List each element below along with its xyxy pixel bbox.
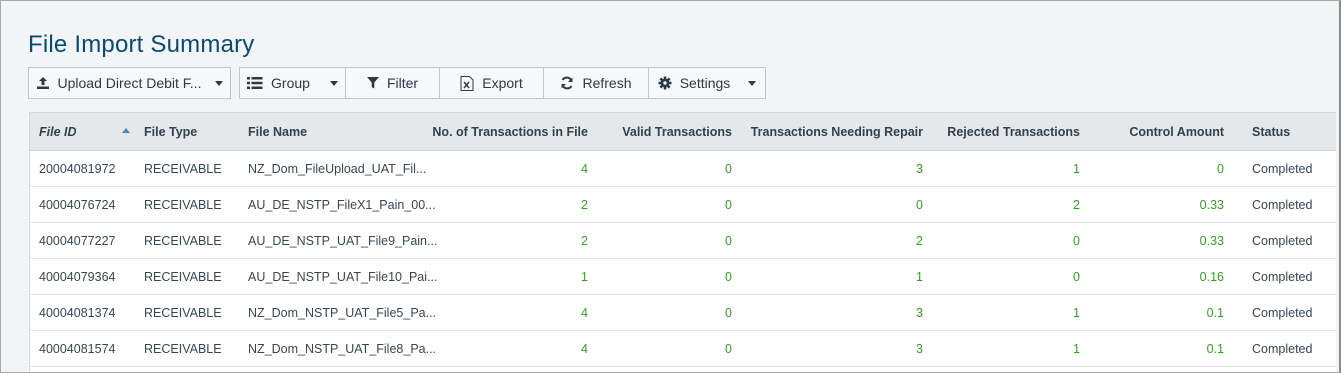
filter-icon — [366, 77, 379, 89]
column-header-valid-transactions[interactable]: Valid Transactions — [622, 113, 732, 151]
cell-transaction-count: 4 — [581, 162, 588, 176]
cell-transaction-count: 2 — [581, 234, 588, 248]
cell-valid-transactions: 0 — [725, 342, 732, 356]
cell-file-name: AU_DE_NSTP_UAT_File9_Pain... — [248, 234, 438, 248]
column-header-label: File ID — [39, 125, 77, 139]
cell-rejected-transactions: 0 — [1073, 234, 1080, 248]
refresh-button[interactable]: Refresh — [543, 67, 649, 99]
cell-status: Completed — [1252, 162, 1313, 176]
column-header-status[interactable]: Status — [1252, 113, 1290, 151]
cell-needing-repair: 3 — [916, 306, 923, 320]
cell-file-name: NZ_Dom_FileUpload_UAT_Fil... — [248, 162, 427, 176]
upload-label: Upload Direct Debit F... — [57, 75, 202, 91]
cell-file-type: RECEIVABLE — [144, 342, 222, 356]
export-button[interactable]: Export — [439, 67, 544, 99]
cell-needing-repair: 0 — [916, 198, 923, 212]
chevron-down-icon — [748, 80, 757, 86]
cell-valid-transactions: 0 — [725, 198, 732, 212]
cell-control-amount: 0.33 — [1199, 198, 1224, 212]
group-button[interactable]: Group — [239, 67, 346, 99]
cell-file-name: AU_DE_NSTP_UAT_File10_Pai... — [248, 270, 438, 284]
cell-valid-transactions: 0 — [725, 162, 732, 176]
cell-status: Completed — [1252, 198, 1313, 212]
column-header-rejected-transactions[interactable]: Rejected Transactions — [947, 113, 1080, 151]
table-row[interactable]: 40004077227 RECEIVABLE AU_DE_NSTP_UAT_File… — [30, 223, 1336, 259]
cell-valid-transactions: 0 — [725, 270, 732, 284]
upload-direct-debit-button[interactable]: Upload Direct Debit F... — [28, 67, 231, 99]
table-row[interactable]: 40004076724 RECEIVABLE AU_DE_NSTP_FileX1_P… — [30, 187, 1336, 223]
cell-file-name: NZ_Dom_NSTP_UAT_File8_Pa... — [248, 342, 437, 356]
cell-file-type: RECEIVABLE — [144, 198, 222, 212]
cell-file-id: 40004076724 — [39, 198, 116, 212]
cell-file-name: AU_DE_NSTP_FileX1_Pain_00... — [248, 198, 436, 212]
table-row[interactable]: 20004081972 RECEIVABLE NZ_Dom_FileUpload_U… — [30, 151, 1336, 187]
chevron-down-icon — [215, 80, 224, 86]
cell-rejected-transactions: 1 — [1073, 162, 1080, 176]
filter-button[interactable]: Filter — [345, 67, 440, 99]
cell-status: Completed — [1252, 270, 1313, 284]
column-header-transaction-count[interactable]: No. of Transactions in File — [432, 113, 588, 151]
cell-needing-repair: 2 — [916, 234, 923, 248]
column-header-control-amount[interactable]: Control Amount — [1129, 113, 1224, 151]
cell-rejected-transactions: 0 — [1073, 270, 1080, 284]
list-icon — [247, 77, 263, 89]
cell-needing-repair: 3 — [916, 342, 923, 356]
cell-file-type: RECEIVABLE — [144, 306, 222, 320]
export-label: Export — [482, 75, 523, 91]
table-header: File ID File Type File Name No. of Trans… — [30, 113, 1336, 151]
app-frame: File Import Summary Upload Direct Debit … — [0, 0, 1341, 373]
table-row[interactable]: 40004081374 RECEIVABLE NZ_Dom_NSTP_UAT_Fil… — [30, 295, 1336, 331]
cell-file-type: RECEIVABLE — [144, 162, 222, 176]
upload-icon — [36, 76, 50, 90]
cell-rejected-transactions: 2 — [1073, 198, 1080, 212]
cell-file-id: 20004081972 — [39, 162, 116, 176]
cell-control-amount: 0.1 — [1206, 342, 1224, 356]
cell-needing-repair: 3 — [916, 162, 923, 176]
column-header-needing-repair[interactable]: Transactions Needing Repair — [751, 113, 923, 151]
chevron-down-icon — [329, 80, 338, 86]
cell-status: Completed — [1252, 342, 1313, 356]
filter-label: Filter — [386, 75, 419, 91]
column-header-file-name[interactable]: File Name — [248, 113, 307, 151]
cell-transaction-count: 4 — [581, 342, 588, 356]
refresh-icon — [560, 76, 574, 90]
gear-icon — [658, 76, 672, 90]
cell-valid-transactions: 0 — [725, 234, 732, 248]
table-row[interactable]: 40004079364 RECEIVABLE AU_DE_NSTP_UAT_File… — [30, 259, 1336, 295]
table-row[interactable]: 40004081574 RECEIVABLE NZ_Dom_NSTP_UAT_Fil… — [30, 331, 1336, 367]
cell-file-id: 40004081574 — [39, 342, 116, 356]
refresh-label: Refresh — [582, 75, 632, 91]
cell-transaction-count: 4 — [581, 306, 588, 320]
cell-status: Completed — [1252, 234, 1313, 248]
settings-label: Settings — [679, 75, 731, 91]
column-header-file-id[interactable]: File ID — [39, 113, 77, 151]
file-import-table: File ID File Type File Name No. of Trans… — [29, 112, 1336, 372]
cell-control-amount: 0 — [1217, 162, 1224, 176]
cell-needing-repair: 1 — [916, 270, 923, 284]
sort-ascending-icon — [122, 128, 130, 133]
cell-file-name: NZ_Dom_NSTP_UAT_File5_Pa... — [248, 306, 437, 320]
cell-control-amount: 0.33 — [1199, 234, 1224, 248]
group-label: Group — [271, 75, 310, 91]
cell-file-type: RECEIVABLE — [144, 234, 222, 248]
page-title: File Import Summary — [28, 31, 255, 58]
cell-control-amount: 0.1 — [1206, 306, 1224, 320]
excel-icon — [460, 75, 474, 91]
cell-rejected-transactions: 1 — [1073, 342, 1080, 356]
table-body: 20004081972 RECEIVABLE NZ_Dom_FileUpload_U… — [30, 151, 1336, 367]
cell-file-id: 40004079364 — [39, 270, 116, 284]
cell-valid-transactions: 0 — [725, 306, 732, 320]
cell-file-id: 40004077227 — [39, 234, 116, 248]
cell-file-type: RECEIVABLE — [144, 270, 222, 284]
cell-rejected-transactions: 1 — [1073, 306, 1080, 320]
cell-control-amount: 0.16 — [1199, 270, 1224, 284]
cell-status: Completed — [1252, 306, 1313, 320]
cell-transaction-count: 2 — [581, 198, 588, 212]
cell-transaction-count: 1 — [581, 270, 588, 284]
settings-button[interactable]: Settings — [648, 67, 766, 99]
cell-file-id: 40004081374 — [39, 306, 116, 320]
column-header-file-type[interactable]: File Type — [144, 113, 197, 151]
